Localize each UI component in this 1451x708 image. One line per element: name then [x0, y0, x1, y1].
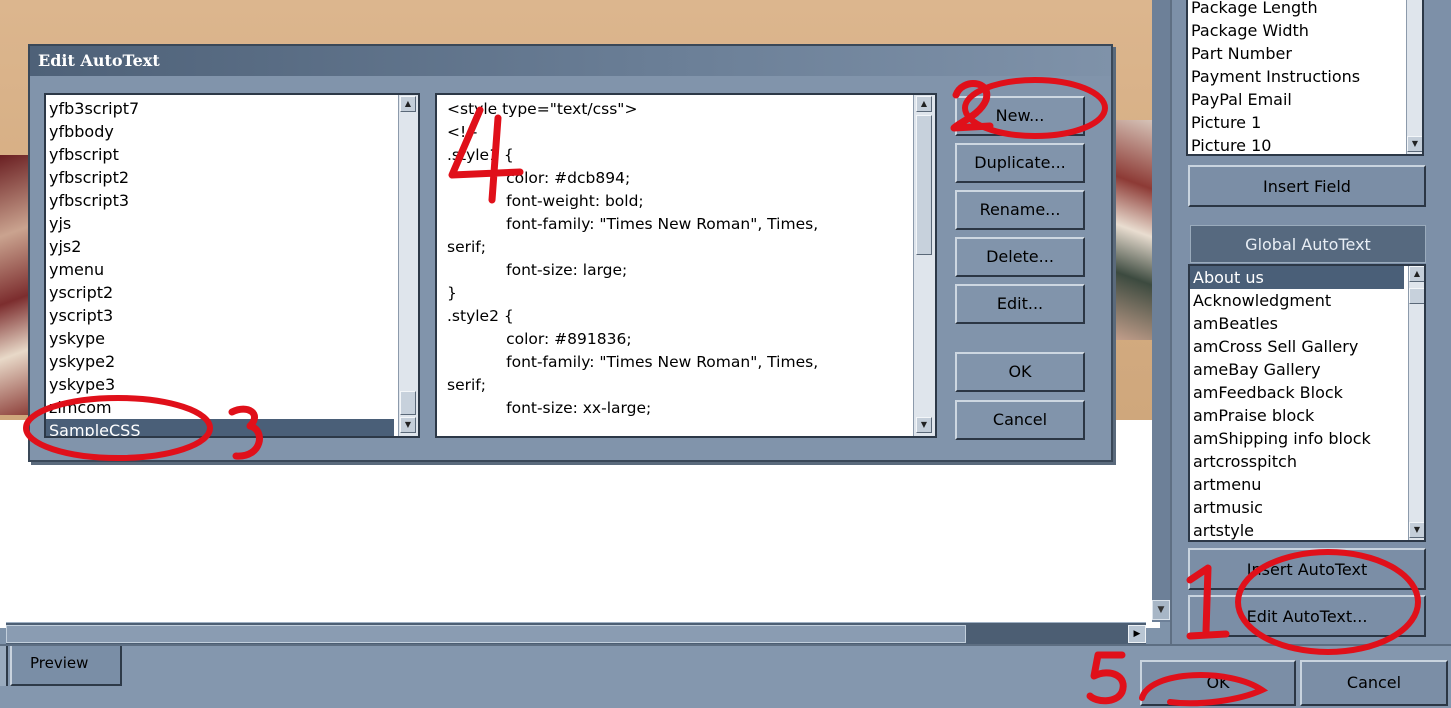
field-list-item[interactable]: Payment Instructions [1188, 65, 1402, 88]
autotext-list-item[interactable]: artstyle [1190, 519, 1404, 540]
chevron-down-icon[interactable]: ▼ [1407, 136, 1422, 152]
autotext-list-item[interactable]: Acknowledgment [1190, 289, 1404, 312]
tab-preview[interactable]: Preview [10, 646, 122, 686]
ok-button[interactable]: OK [1140, 660, 1296, 706]
annotation-step3-label: 3 [230, 404, 231, 405]
field-list-item[interactable]: Part Number [1188, 42, 1402, 65]
annotation-step2-label: 2 [950, 78, 951, 79]
autotext-scroll-thumb[interactable] [1409, 288, 1424, 304]
snippet-list-item[interactable]: zimcom [46, 396, 394, 419]
new-button[interactable]: New... [955, 96, 1085, 136]
snippet-list-item[interactable]: yskype3 [46, 373, 394, 396]
dialog-title: Edit AutoText [30, 46, 1111, 76]
annotation-step4-label: 4 [452, 104, 453, 105]
autotext-list-item[interactable]: About us [1190, 266, 1404, 289]
autotext-list-item[interactable]: ameBay Gallery [1190, 358, 1404, 381]
chevron-up-icon[interactable]: ▲ [400, 96, 416, 112]
chevron-down-icon[interactable]: ▼ [916, 417, 932, 433]
snippet-list-item[interactable]: yjs2 [46, 235, 394, 258]
autotext-list-item[interactable]: artmusic [1190, 496, 1404, 519]
annotation-step5-label: 5 [1088, 652, 1089, 653]
autotext-list-item[interactable]: amPraise block [1190, 404, 1404, 427]
snippet-list-item[interactable]: yfb3script7 [46, 97, 394, 120]
code-line: <!-- [447, 123, 478, 141]
snippet-list-item[interactable]: yfbscript2 [46, 166, 394, 189]
field-list-item[interactable]: Package Width [1188, 19, 1402, 42]
snippet-list-item[interactable]: yfbscript3 [46, 189, 394, 212]
duplicate-button[interactable]: Duplicate... [955, 143, 1085, 183]
annotation-step1-label: 1 [1186, 566, 1187, 567]
code-line: serif; [447, 238, 486, 256]
global-autotext-list[interactable]: About us Acknowledgment amBeatles amCross S… [1188, 264, 1426, 542]
field-list-item[interactable]: PayPal Email [1188, 88, 1402, 111]
code-line: color: #dcb894; [447, 169, 631, 187]
cancel-button[interactable]: Cancel [1300, 660, 1448, 706]
code-line: <style type="text/css"> [447, 100, 638, 118]
snippet-list[interactable]: yfb3script7 yfbbody yfbscript yfbscript2 yfb… [44, 93, 420, 438]
autotext-list-item[interactable]: amBeatles [1190, 312, 1404, 335]
snippet-scroll-thumb[interactable] [400, 391, 416, 415]
chevron-down-icon[interactable]: ▼ [400, 417, 416, 433]
field-list-item[interactable]: Package Length [1188, 0, 1402, 19]
tab-edge [0, 646, 8, 686]
global-autotext-header: Global AutoText [1190, 225, 1426, 263]
code-line: } [447, 284, 457, 302]
code-line: serif; [447, 376, 486, 394]
autotext-list-item[interactable]: amShipping info block [1190, 427, 1404, 450]
code-line: .style1 { [447, 146, 514, 164]
snippet-list-item[interactable]: yscript2 [46, 281, 394, 304]
fields-list-scrollbar[interactable]: ▼ [1406, 0, 1422, 154]
code-editor-scrollbar[interactable]: ▲ ▼ [913, 95, 935, 436]
canvas-horizontal-scrollbar[interactable]: ▶ [6, 622, 1146, 644]
code-line: font-family: "Times New Roman", Times, [447, 215, 819, 233]
dialog-cancel-button[interactable]: Cancel [955, 400, 1085, 440]
scroll-right-arrow-icon[interactable]: ▶ [1128, 625, 1146, 643]
canvas-vertical-scrollbar[interactable] [1152, 0, 1170, 622]
autotext-list-scrollbar[interactable]: ▲ ▼ [1408, 266, 1424, 540]
fields-list[interactable]: Package Length Package Width Part Number Pa… [1186, 0, 1424, 156]
insert-autotext-button[interactable]: Insert AutoText [1188, 548, 1426, 590]
autotext-list-item[interactable]: artcrosspitch [1190, 450, 1404, 473]
chevron-up-icon[interactable]: ▲ [1409, 266, 1424, 282]
code-line: font-weight: bold; [447, 192, 644, 210]
autotext-list-item[interactable]: artmenu [1190, 473, 1404, 496]
snippet-list-item[interactable]: ymenu [46, 258, 394, 281]
snippet-list-item[interactable]: yskype2 [46, 350, 394, 373]
code-scroll-thumb[interactable] [916, 115, 932, 255]
chevron-down-icon[interactable]: ▼ [1409, 522, 1424, 538]
code-line: font-size: xx-large; [447, 399, 652, 417]
snippet-list-item[interactable]: SampleCSS [46, 419, 394, 436]
edit-button[interactable]: Edit... [955, 284, 1085, 324]
code-line: color: #891836; [447, 330, 632, 348]
field-list-item[interactable]: Picture 10 [1188, 134, 1402, 154]
scroll-down-arrow-icon[interactable]: ▼ [1152, 600, 1170, 620]
snippet-list-item[interactable]: yscript3 [46, 304, 394, 327]
code-line: .style2 { [447, 307, 514, 325]
snippet-list-item[interactable]: yfbbody [46, 120, 394, 143]
edit-autotext-button[interactable]: Edit AutoText... [1188, 595, 1426, 637]
snippet-list-item[interactable]: yfbscript [46, 143, 394, 166]
code-text[interactable]: <style type="text/css"> <!-- .style1 { col… [447, 98, 909, 434]
code-line: font-family: "Times New Roman", Times, [447, 353, 819, 371]
autotext-list-item[interactable]: amCross Sell Gallery [1190, 335, 1404, 358]
code-line: font-size: large; [447, 261, 628, 279]
delete-button[interactable]: Delete... [955, 237, 1085, 277]
chevron-up-icon[interactable]: ▲ [916, 96, 932, 112]
field-list-item[interactable]: Picture 1 [1188, 111, 1402, 134]
insert-field-button[interactable]: Insert Field [1188, 165, 1426, 207]
snippet-list-item[interactable]: yjs [46, 212, 394, 235]
canvas-scroll-thumb[interactable] [6, 625, 966, 643]
rename-button[interactable]: Rename... [955, 190, 1085, 230]
snippet-list-scrollbar[interactable]: ▲ ▼ [398, 95, 418, 436]
snippet-list-item[interactable]: yskype [46, 327, 394, 350]
autotext-list-item[interactable]: amFeedback Block [1190, 381, 1404, 404]
dialog-ok-button[interactable]: OK [955, 352, 1085, 392]
